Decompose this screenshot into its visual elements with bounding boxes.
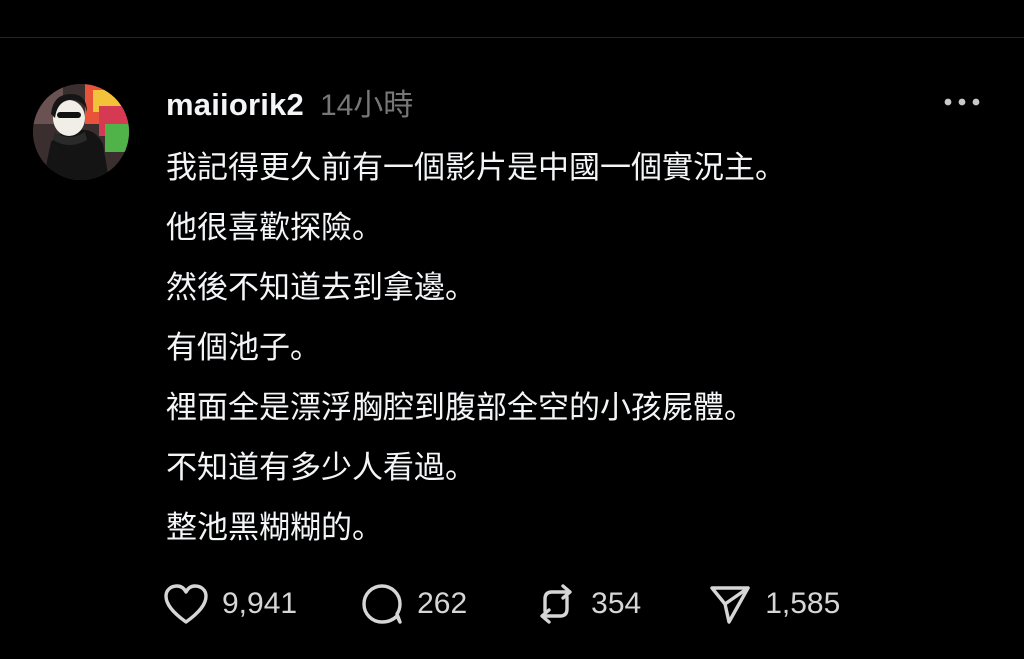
post-text-line: 然後不知道去到拿邊。 — [166, 270, 476, 306]
send-icon — [710, 586, 750, 624]
more-horizontal-icon — [944, 98, 980, 106]
username[interactable]: maiiorik2 — [166, 87, 304, 123]
more-options-button[interactable] — [938, 88, 986, 116]
post-text: 我記得更久前有一個影片是中國一個實況主。 他很喜歡探險。 然後不知道去到拿邊。 … — [166, 138, 986, 558]
post-text-line: 他很喜歡探險。 — [166, 210, 383, 246]
reply-button[interactable]: 262 — [359, 580, 467, 628]
post-header: maiiorik2 14小時 — [166, 80, 413, 124]
heart-icon — [164, 584, 208, 624]
timestamp[interactable]: 14小時 — [320, 80, 413, 124]
repost-button[interactable]: 354 — [533, 580, 641, 628]
repost-count: 354 — [591, 587, 642, 620]
post-text-line: 不知道有多少人看過。 — [166, 450, 476, 486]
post-text-line: 裡面全是漂浮胸腔到腹部全空的小孩屍體。 — [166, 390, 755, 426]
thread-post: maiiorik2 14小時 我記得更久前有一個影片是中國一個實況主。 他很喜歡… — [0, 38, 1024, 659]
post-text-line: 我記得更久前有一個影片是中國一個實況主。 — [166, 150, 786, 186]
action-bar: 9,941 262 354 1,585 — [160, 580, 1000, 628]
post-text-line: 有個池子。 — [166, 330, 321, 366]
share-button[interactable]: 1,585 — [707, 580, 840, 628]
repost-icon — [540, 584, 572, 624]
share-count: 1,585 — [765, 587, 841, 620]
post-text-line: 整池黑糊糊的。 — [166, 510, 383, 546]
avatar[interactable] — [33, 84, 129, 180]
reply-count: 262 — [417, 587, 468, 620]
like-button[interactable]: 9,941 — [162, 580, 297, 628]
speech-bubble-icon — [362, 584, 402, 624]
avatar-image — [33, 84, 129, 180]
like-count: 9,941 — [222, 587, 298, 620]
